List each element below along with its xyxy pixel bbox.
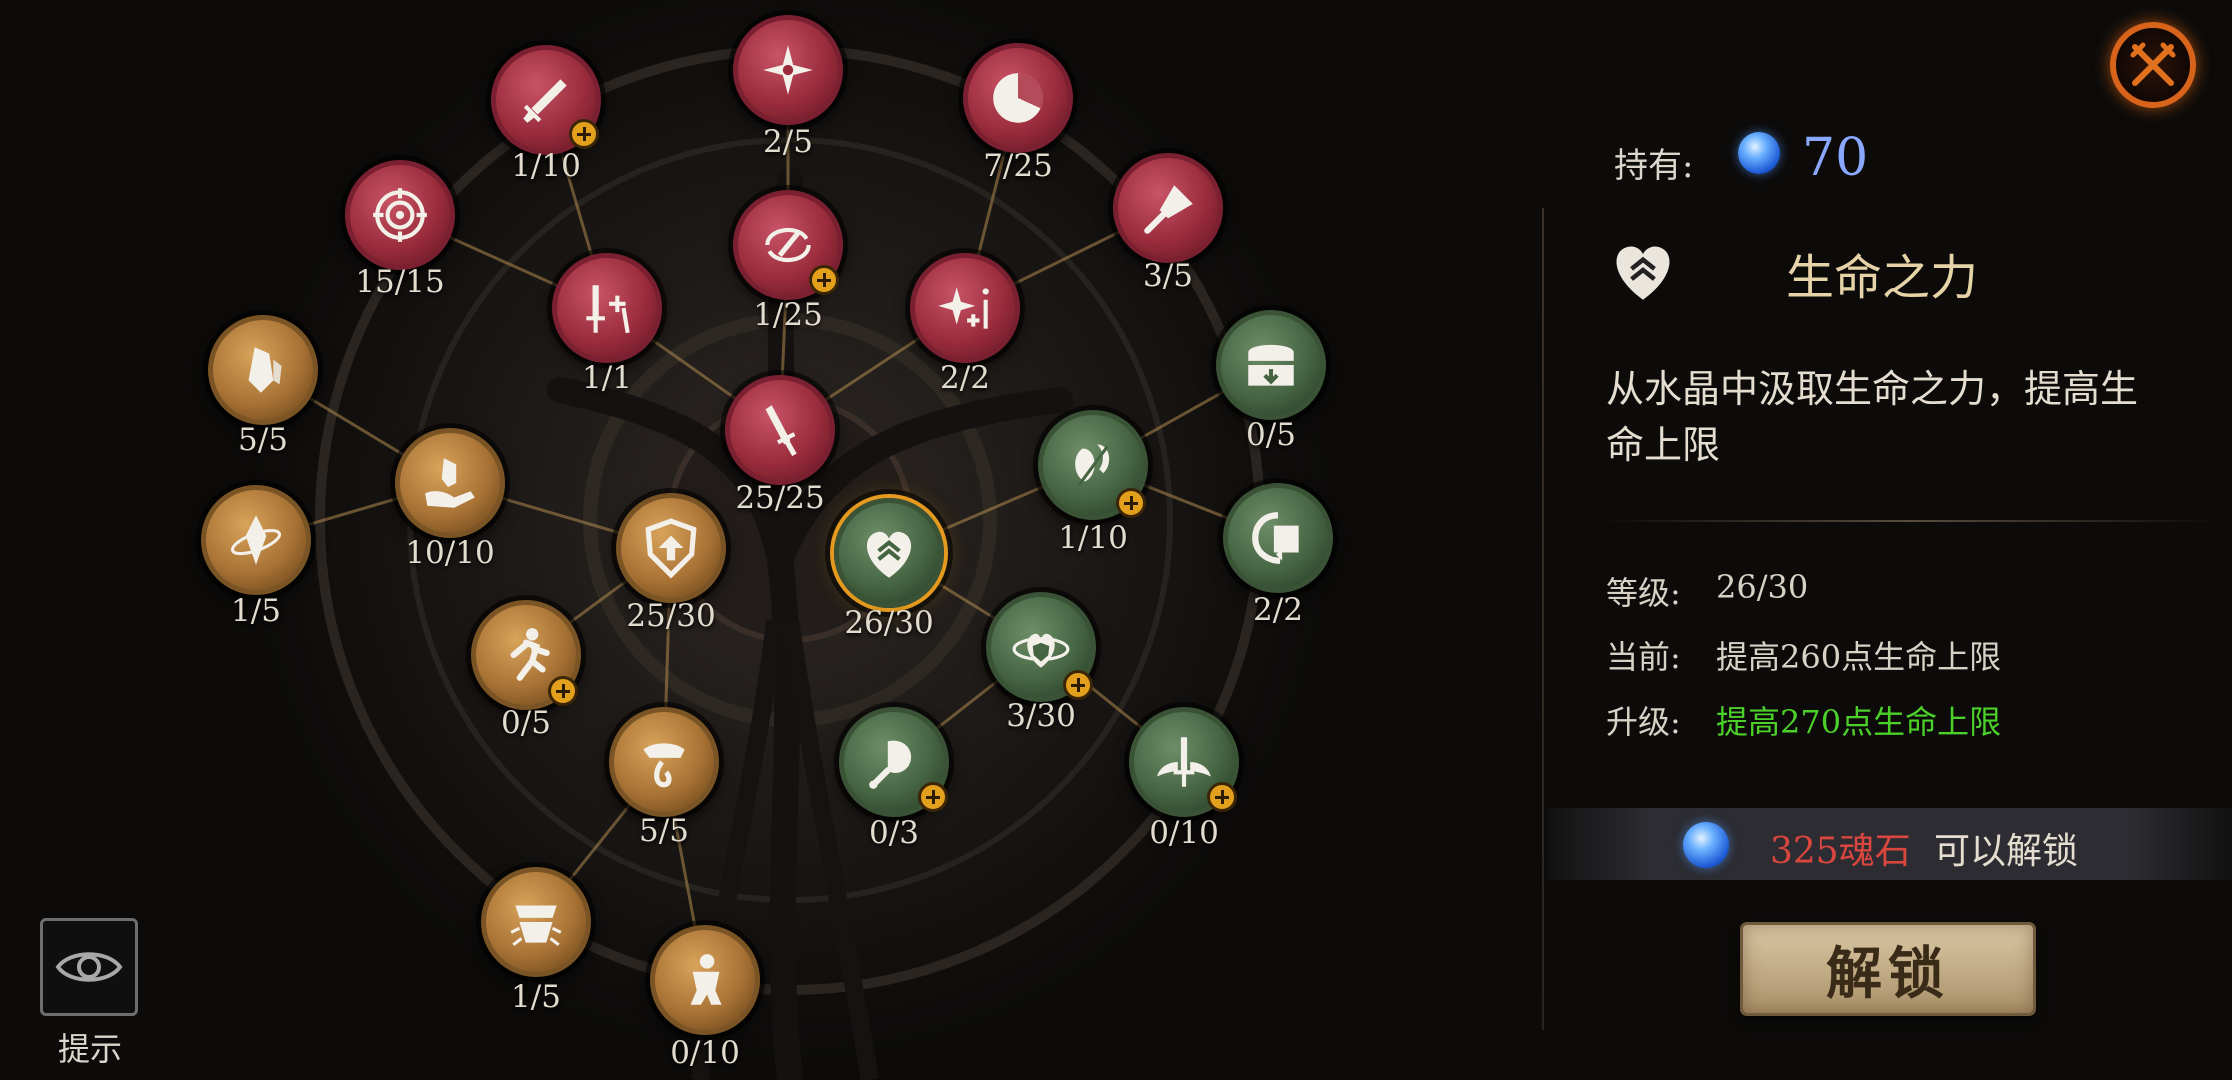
upgrade-available-badge: [569, 119, 599, 149]
node-level: 5/5: [639, 813, 689, 849]
currency-label: 持有:: [1614, 146, 1694, 186]
node-level: 0/5: [501, 705, 551, 741]
current-label: 当前:: [1606, 638, 1681, 676]
shuriken-plus-icon: [938, 287, 989, 329]
skill-node[interactable]: [609, 707, 719, 817]
node-level: 1/10: [511, 148, 581, 184]
spin-slash-icon: [765, 227, 811, 263]
soul-stone-icon: [1738, 132, 1780, 174]
heart-chevrons-icon: [866, 531, 912, 578]
node-level: 7/25: [983, 148, 1053, 184]
panel-divider: [1542, 208, 1544, 1030]
runner-icon: [510, 628, 550, 681]
upgrade-value: 提高270点生命上限: [1716, 703, 2002, 741]
upgrade-available-badge: [1207, 782, 1237, 812]
node-level: 1/1: [582, 360, 632, 396]
level-label: 等级:: [1606, 574, 1681, 612]
skill-node[interactable]: [395, 428, 505, 538]
cooldown-clock-icon: [993, 73, 1043, 123]
rotate-shield-icon: [1252, 512, 1299, 564]
skill-node[interactable]: [1223, 483, 1333, 593]
skill-node[interactable]: [208, 315, 318, 425]
node-level: 5/5: [238, 422, 288, 458]
heart-shield-icon: [1012, 633, 1070, 668]
soul-stone-icon: [1683, 822, 1729, 868]
node-level: 15/15: [355, 264, 445, 300]
shield-arrow-icon: [645, 518, 697, 579]
node-level: 25/30: [626, 598, 716, 634]
node-level: 2/5: [763, 124, 813, 160]
skill-node[interactable]: [725, 375, 835, 485]
hand-drop-icon: [643, 743, 685, 788]
node-level: 1/10: [1058, 520, 1128, 556]
skill-node[interactable]: [650, 925, 760, 1035]
skill-node[interactable]: [733, 15, 843, 125]
section-divider: [1600, 520, 2220, 522]
skill-node[interactable]: [1113, 153, 1223, 263]
skill-node[interactable]: [345, 160, 455, 270]
heart-chevrons-icon: [1616, 246, 1670, 300]
upgrade-available-badge: [548, 676, 578, 706]
warrior-figure-icon: [690, 954, 722, 1005]
node-level: 2/2: [1253, 592, 1303, 628]
level-value: 26/30: [1716, 568, 1809, 606]
node-level: 10/10: [405, 535, 495, 571]
node-level: 0/10: [670, 1035, 740, 1071]
skill-node[interactable]: [552, 253, 662, 363]
close-button[interactable]: [2110, 22, 2196, 108]
upgrade-available-badge: [809, 265, 839, 295]
node-level: 26/30: [844, 605, 934, 641]
node-level: 25/25: [735, 480, 825, 516]
chest-icon: [1248, 344, 1294, 386]
node-level: 3/5: [1143, 258, 1193, 294]
skill-description-line2: 命上限: [1606, 423, 1721, 467]
crossed-swords-icon: [2130, 42, 2176, 86]
sword-strike-icon: [523, 79, 567, 123]
upgrade-available-badge: [918, 782, 948, 812]
hint-label: 提示: [58, 1030, 123, 1068]
shuriken-burst-icon: [763, 45, 813, 95]
chest-burst-icon: [510, 905, 562, 946]
skill-node[interactable]: [963, 43, 1073, 153]
skill-node[interactable]: [1216, 310, 1326, 420]
node-level: 2/2: [940, 360, 990, 396]
skill-node[interactable]: [910, 253, 1020, 363]
node-level: 0/3: [869, 815, 919, 851]
node-level: 0/5: [1246, 417, 1296, 453]
node-level: 1/25: [753, 297, 823, 333]
eye-icon: [55, 952, 123, 982]
crystal-icon: [248, 347, 282, 393]
skill-node[interactable]: [834, 498, 944, 608]
skill-node[interactable]: [481, 867, 591, 977]
cleaver-icon: [1144, 185, 1193, 234]
unlock-button[interactable]: 解锁: [1743, 925, 2033, 1013]
upgrade-available-badge: [1063, 670, 1093, 700]
target-icon: [373, 188, 427, 242]
winged-sword-icon: [1157, 737, 1211, 787]
cost-amount: 325魂石: [1770, 831, 1911, 872]
skill-description-line1: 从水晶中汲取生命之力，提高生: [1606, 367, 2139, 411]
skill-name: 生命之力: [1786, 250, 1979, 306]
crystal-orbit-icon: [230, 515, 282, 565]
sword-icon: [765, 405, 797, 457]
skill-node[interactable]: [201, 485, 311, 595]
node-level: 0/10: [1149, 815, 1219, 851]
node-level: 1/5: [511, 979, 561, 1015]
node-level: 3/30: [1006, 698, 1076, 734]
unlock-button-label: 解锁: [1826, 940, 1950, 1007]
drumstick-icon: [869, 740, 912, 789]
upgrade-label: 升级:: [1606, 703, 1681, 741]
skill-node[interactable]: [616, 493, 726, 603]
currency-amount: 70: [1802, 128, 1869, 188]
crystal-hand-icon: [425, 458, 475, 508]
node-level: 1/5: [231, 593, 281, 629]
cost-status: 可以解锁: [1934, 831, 2079, 872]
shield-slash-icon: [1075, 444, 1110, 487]
hint-button[interactable]: [40, 918, 138, 1016]
current-value: 提高260点生命上限: [1716, 638, 2002, 676]
upgrade-available-badge: [1116, 488, 1146, 518]
sword-plus-icon: [586, 285, 630, 334]
